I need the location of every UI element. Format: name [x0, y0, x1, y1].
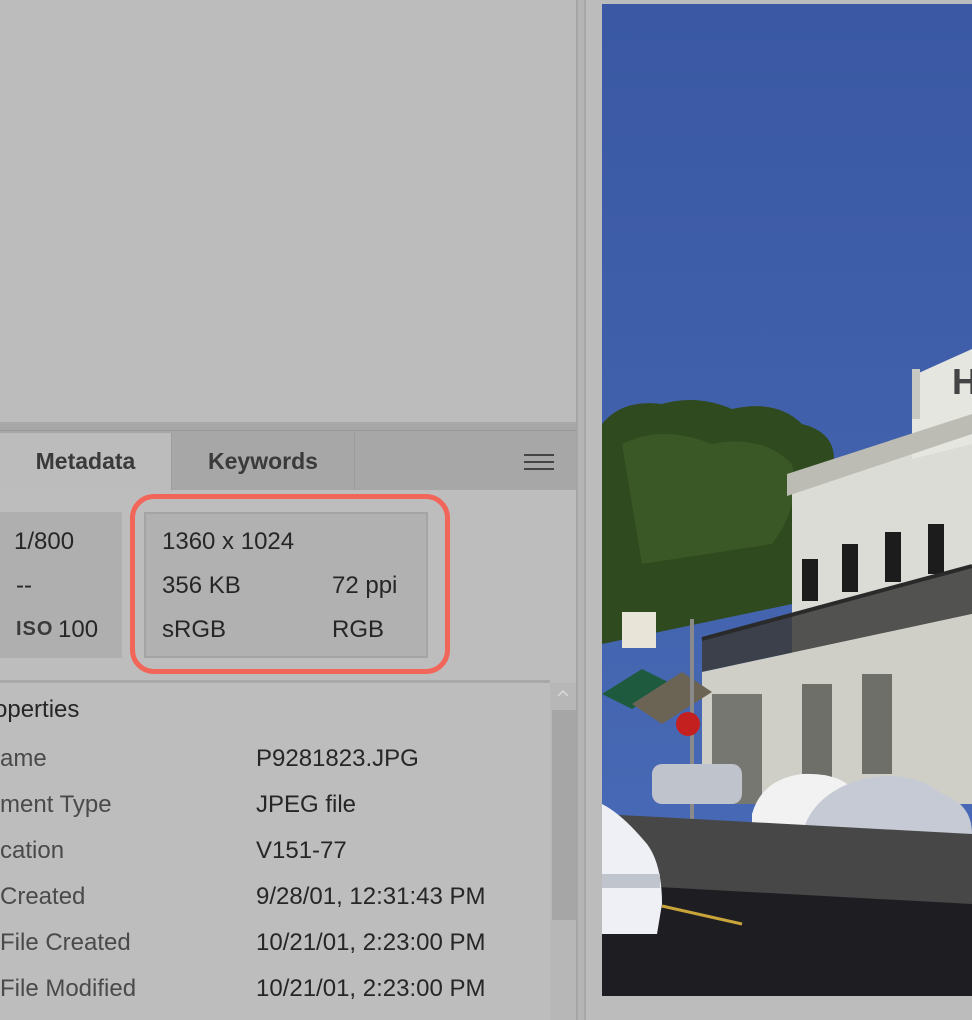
- property-label: ment Type: [0, 791, 112, 818]
- property-label: Created: [0, 883, 86, 910]
- tab-bar-line: [0, 430, 576, 431]
- property-value: 9/28/01, 12:31:43 PM: [256, 883, 486, 910]
- property-label: File Created: [0, 929, 131, 956]
- property-value: 10/21/01, 2:23:00 PM: [256, 975, 486, 1002]
- section-title: operties: [0, 696, 80, 723]
- iso-value: 100: [58, 616, 99, 643]
- shutter-speed: 1/800: [14, 528, 75, 555]
- property-label: ame: [0, 745, 47, 772]
- scroll-up-icon[interactable]: [555, 686, 571, 700]
- tab-keywords[interactable]: Keywords: [172, 433, 355, 490]
- metadata-panel: Metadata Keywords 1/800 -- ISO 100 1360 …: [0, 0, 576, 1020]
- building-sign-letter: H: [952, 361, 972, 402]
- image-preview: H: [602, 4, 972, 996]
- panel-menu-icon[interactable]: [524, 449, 554, 475]
- highlight-annotation: [130, 494, 450, 674]
- property-value: V151-77: [256, 837, 347, 864]
- property-value: 10/21/01, 2:23:00 PM: [256, 929, 486, 956]
- scrollbar-thumb[interactable]: [552, 710, 576, 920]
- property-value: P9281823.JPG: [256, 745, 419, 772]
- empty-panel-area: [0, 0, 576, 422]
- panel-splitter[interactable]: [576, 0, 586, 1020]
- property-label: File Modified: [0, 975, 137, 1002]
- tab-metadata[interactable]: Metadata: [0, 433, 172, 490]
- property-label: cation: [0, 837, 65, 864]
- iso-label: ISO: [16, 618, 54, 640]
- divider: [0, 680, 550, 683]
- property-value: JPEG file: [256, 791, 357, 818]
- aperture: --: [16, 572, 32, 599]
